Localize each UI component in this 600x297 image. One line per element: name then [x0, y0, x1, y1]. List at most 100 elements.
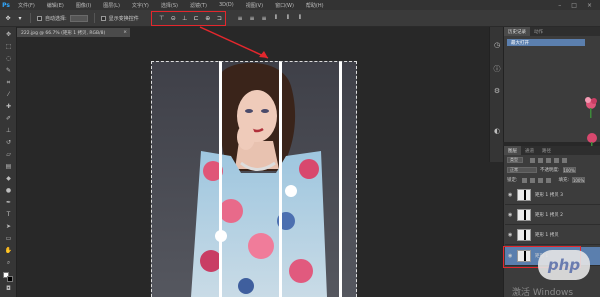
close-button[interactable]: ×: [587, 2, 592, 9]
smart-filter-icon[interactable]: [562, 157, 567, 163]
background-color-swatch[interactable]: [7, 276, 13, 282]
move-tool-icon[interactable]: ✥: [4, 14, 12, 22]
pixel-filter-icon[interactable]: [530, 157, 535, 163]
layer-name: 矩形 1 拷贝: [535, 233, 559, 238]
brush-tool-icon[interactable]: ✐: [4, 115, 13, 122]
menu-help[interactable]: 帮助(H): [300, 2, 330, 9]
show-transform-checkbox[interactable]: [100, 15, 106, 21]
fill-field[interactable]: 100%: [572, 177, 586, 183]
layer-thumbnail: [517, 209, 531, 221]
menu-view[interactable]: 视图(V): [240, 2, 269, 9]
tool-preset-icon[interactable]: ▾: [16, 14, 24, 22]
tab-channels[interactable]: 通道: [521, 146, 538, 155]
menu-image[interactable]: 图像(I): [70, 2, 97, 9]
align-hcenter-icon[interactable]: ⊕: [204, 15, 212, 23]
path-select-tool-icon[interactable]: ➤: [4, 223, 13, 230]
distribute-top-icon[interactable]: ≡: [236, 14, 244, 22]
info-panel-icon[interactable]: ⓘ: [493, 65, 501, 73]
layer-row[interactable]: ◉ 矩形 1 拷贝 2: [505, 206, 600, 225]
type-tool-icon[interactable]: T: [4, 211, 13, 218]
menu-layer[interactable]: 图层(L): [97, 2, 126, 9]
menu-edit[interactable]: 编辑(E): [41, 2, 70, 9]
distribute-right-icon[interactable]: ⦀: [296, 14, 304, 22]
lock-label: 锁定:: [507, 178, 518, 183]
visibility-eye-icon[interactable]: ◉: [508, 212, 514, 218]
layer-filter-row: 类型: [507, 157, 567, 163]
layer-kind-dropdown[interactable]: 类型: [507, 157, 523, 163]
auto-select-label: 自动选择:: [45, 15, 67, 22]
opacity-field[interactable]: 100%: [562, 167, 576, 173]
blend-row: 正常 不透明度: 100%: [507, 167, 576, 173]
distribute-left-icon[interactable]: ⦀: [272, 14, 280, 22]
photoshop-window: Ps 文件(F) 编辑(E) 图像(I) 图层(L) 文字(Y) 选择(S) 滤…: [0, 0, 600, 297]
eraser-tool-icon[interactable]: ▱: [4, 151, 13, 158]
document-tab[interactable]: 222.jpg @ 66.7% (矩形 1 拷贝, RGB/8) ×: [17, 28, 130, 37]
properties-panel-icon[interactable]: ⚙: [493, 87, 501, 95]
layer-row[interactable]: ◉ 矩形 1 拷贝: [505, 226, 600, 245]
minimize-button[interactable]: –: [558, 2, 561, 9]
tab-actions[interactable]: 动作: [530, 27, 547, 36]
quick-mask-icon[interactable]: ◘: [4, 285, 13, 292]
menu-bar: Ps 文件(F) 编辑(E) 图像(I) 图层(L) 文字(Y) 选择(S) 滤…: [0, 0, 600, 10]
auto-select-option: 自动选择:: [37, 14, 88, 22]
move-tool-icon[interactable]: ✥: [4, 31, 13, 38]
pen-tool-icon[interactable]: ✒: [4, 199, 13, 206]
lock-row: 锁定: 填充: 100%: [507, 177, 586, 183]
distribute-bottom-icon[interactable]: ≡: [260, 14, 268, 22]
tab-layers[interactable]: 图层: [504, 146, 521, 155]
filter-icons: [530, 157, 567, 163]
history-item[interactable]: 最大打开: [507, 39, 585, 46]
quick-select-tool-icon[interactable]: ✎: [4, 67, 13, 74]
close-icon[interactable]: ×: [123, 30, 130, 35]
menu-select[interactable]: 选择(S): [155, 2, 184, 9]
distribute-vcenter-icon[interactable]: ≡: [248, 14, 256, 22]
blend-mode-dropdown[interactable]: 正常: [507, 167, 537, 173]
lasso-tool-icon[interactable]: ◌: [4, 55, 13, 62]
visibility-eye-icon[interactable]: ◉: [508, 192, 514, 198]
gradient-tool-icon[interactable]: ▤: [4, 163, 13, 170]
zoom-tool-icon[interactable]: ⌕: [4, 259, 13, 266]
eyedropper-tool-icon[interactable]: ⁄: [4, 91, 13, 98]
type-filter-icon[interactable]: [546, 157, 551, 163]
shape-tool-icon[interactable]: ▭: [4, 235, 13, 242]
align-top-icon[interactable]: ⊤: [158, 15, 166, 23]
history-panel-icon[interactable]: ◷: [493, 41, 501, 49]
hand-tool-icon[interactable]: ✋: [4, 247, 13, 254]
blur-tool-icon[interactable]: ◆: [4, 175, 13, 182]
auto-select-dropdown[interactable]: [69, 14, 88, 22]
align-bottom-icon[interactable]: ⊥: [181, 15, 189, 23]
menu-3d[interactable]: 3D(D): [213, 2, 240, 8]
menu-filter[interactable]: 滤镜(T): [184, 2, 213, 9]
stamp-tool-icon[interactable]: ⊥: [4, 127, 13, 134]
menu-window[interactable]: 窗口(W): [269, 2, 300, 9]
color-panel-icon[interactable]: ◐: [493, 127, 501, 135]
auto-select-checkbox[interactable]: [37, 15, 42, 21]
history-brush-icon[interactable]: ↺: [4, 139, 13, 146]
crop-tool-icon[interactable]: ⌗: [4, 79, 13, 86]
lock-transparency-icon[interactable]: [521, 177, 527, 183]
menu-file[interactable]: 文件(F): [12, 2, 41, 9]
visibility-eye-icon[interactable]: ◉: [508, 232, 514, 238]
options-bar: ✥ ▾ 自动选择: 显示变换控件 ⊤ ⊝ ⊥ ⊏ ⊕ ⊐ ≡ ≡ ≡ ⦀ ⦀ ⦀: [0, 10, 600, 27]
lock-pixels-icon[interactable]: [529, 177, 535, 183]
marquee-tool-icon[interactable]: ⬚: [4, 43, 13, 50]
healing-tool-icon[interactable]: ✚: [4, 103, 13, 110]
lock-all-icon[interactable]: [545, 177, 551, 183]
layer-thumbnail: [517, 229, 531, 241]
align-vcenter-icon[interactable]: ⊝: [170, 15, 178, 23]
dodge-tool-icon[interactable]: ●: [4, 187, 13, 194]
document-image[interactable]: [151, 61, 357, 297]
maximize-button[interactable]: □: [571, 2, 577, 9]
separator: [30, 13, 31, 23]
shape-filter-icon[interactable]: [554, 157, 559, 163]
lock-position-icon[interactable]: [537, 177, 543, 183]
menu-type[interactable]: 文字(Y): [126, 2, 155, 9]
align-left-icon[interactable]: ⊏: [193, 15, 201, 23]
toolbox: ✥ ⬚ ◌ ✎ ⌗ ⁄ ✚ ✐ ⊥ ↺ ▱ ▤ ◆ ● ✒ T ➤ ▭ ✋ ⌕ …: [0, 27, 17, 297]
align-right-icon[interactable]: ⊐: [216, 15, 224, 23]
layer-row[interactable]: ◉ 矩形 1 拷贝 3: [505, 186, 600, 205]
tab-history[interactable]: 历史记录: [504, 27, 530, 36]
tab-paths[interactable]: 路径: [538, 146, 555, 155]
distribute-hcenter-icon[interactable]: ⦀: [284, 14, 292, 22]
adjust-filter-icon[interactable]: [538, 157, 543, 163]
